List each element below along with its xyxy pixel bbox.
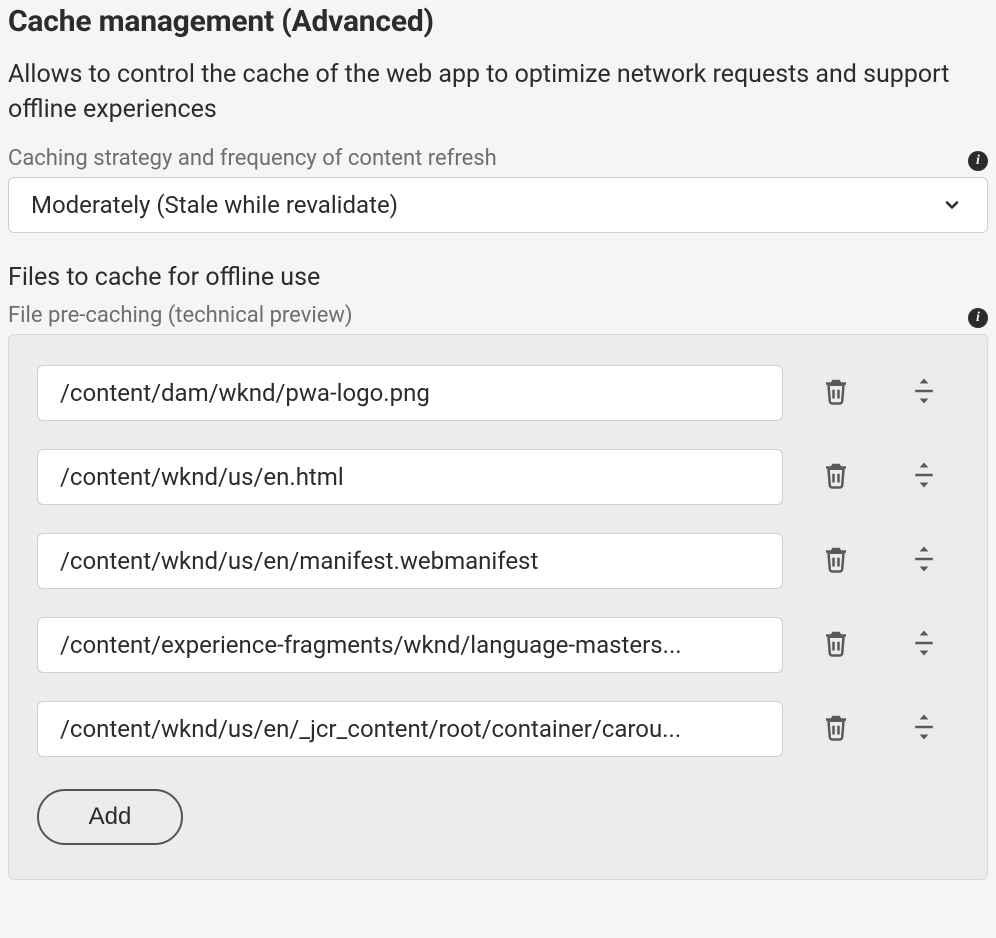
strategy-label-row: Caching strategy and frequency of conten… xyxy=(8,145,988,171)
files-panel: /content/dam/wknd/pwa-logo.png /content/… xyxy=(8,334,988,880)
section-title: Cache management (Advanced) xyxy=(8,4,988,39)
info-icon[interactable]: i xyxy=(968,151,988,171)
section-description: Allows to control the cache of the web a… xyxy=(8,57,988,127)
strategy-select[interactable]: Moderately (Stale while revalidate) xyxy=(8,177,988,233)
strategy-selected-value: Moderately (Stale while revalidate) xyxy=(31,191,398,219)
reorder-icon xyxy=(909,712,939,746)
trash-icon xyxy=(821,628,851,662)
file-row: /content/experience-fragments/wknd/langu… xyxy=(37,617,959,673)
file-path-input[interactable]: /content/dam/wknd/pwa-logo.png xyxy=(37,365,783,421)
reorder-button[interactable] xyxy=(889,533,959,589)
delete-button[interactable] xyxy=(801,533,871,589)
delete-button[interactable] xyxy=(801,365,871,421)
file-path-input[interactable]: /content/experience-fragments/wknd/langu… xyxy=(37,617,783,673)
reorder-button[interactable] xyxy=(889,617,959,673)
file-path-input[interactable]: /content/wknd/us/en/manifest.webmanifest xyxy=(37,533,783,589)
trash-icon xyxy=(821,544,851,578)
strategy-select-wrapper: Moderately (Stale while revalidate) xyxy=(8,177,988,233)
file-row: /content/wknd/us/en.html xyxy=(37,449,959,505)
files-heading: Files to cache for offline use xyxy=(8,263,988,292)
trash-icon xyxy=(821,376,851,410)
trash-icon xyxy=(821,460,851,494)
info-icon[interactable]: i xyxy=(968,308,988,328)
reorder-icon xyxy=(909,544,939,578)
reorder-button[interactable] xyxy=(889,701,959,757)
strategy-label: Caching strategy and frequency of conten… xyxy=(8,146,497,171)
reorder-button[interactable] xyxy=(889,365,959,421)
file-row: /content/dam/wknd/pwa-logo.png xyxy=(37,365,959,421)
delete-button[interactable] xyxy=(801,449,871,505)
cache-management-section: Cache management (Advanced) Allows to co… xyxy=(8,4,988,880)
file-row: /content/wknd/us/en/manifest.webmanifest xyxy=(37,533,959,589)
add-button[interactable]: Add xyxy=(37,789,183,845)
delete-button[interactable] xyxy=(801,701,871,757)
file-row: /content/wknd/us/en/_jcr_content/root/co… xyxy=(37,701,959,757)
trash-icon xyxy=(821,712,851,746)
file-path-input[interactable]: /content/wknd/us/en/_jcr_content/root/co… xyxy=(37,701,783,757)
reorder-button[interactable] xyxy=(889,449,959,505)
reorder-icon xyxy=(909,460,939,494)
files-sublabel: File pre-caching (technical preview) xyxy=(8,303,353,328)
delete-button[interactable] xyxy=(801,617,871,673)
reorder-icon xyxy=(909,628,939,662)
reorder-icon xyxy=(909,376,939,410)
file-path-input[interactable]: /content/wknd/us/en.html xyxy=(37,449,783,505)
files-sublabel-row: File pre-caching (technical preview) i xyxy=(8,302,988,328)
